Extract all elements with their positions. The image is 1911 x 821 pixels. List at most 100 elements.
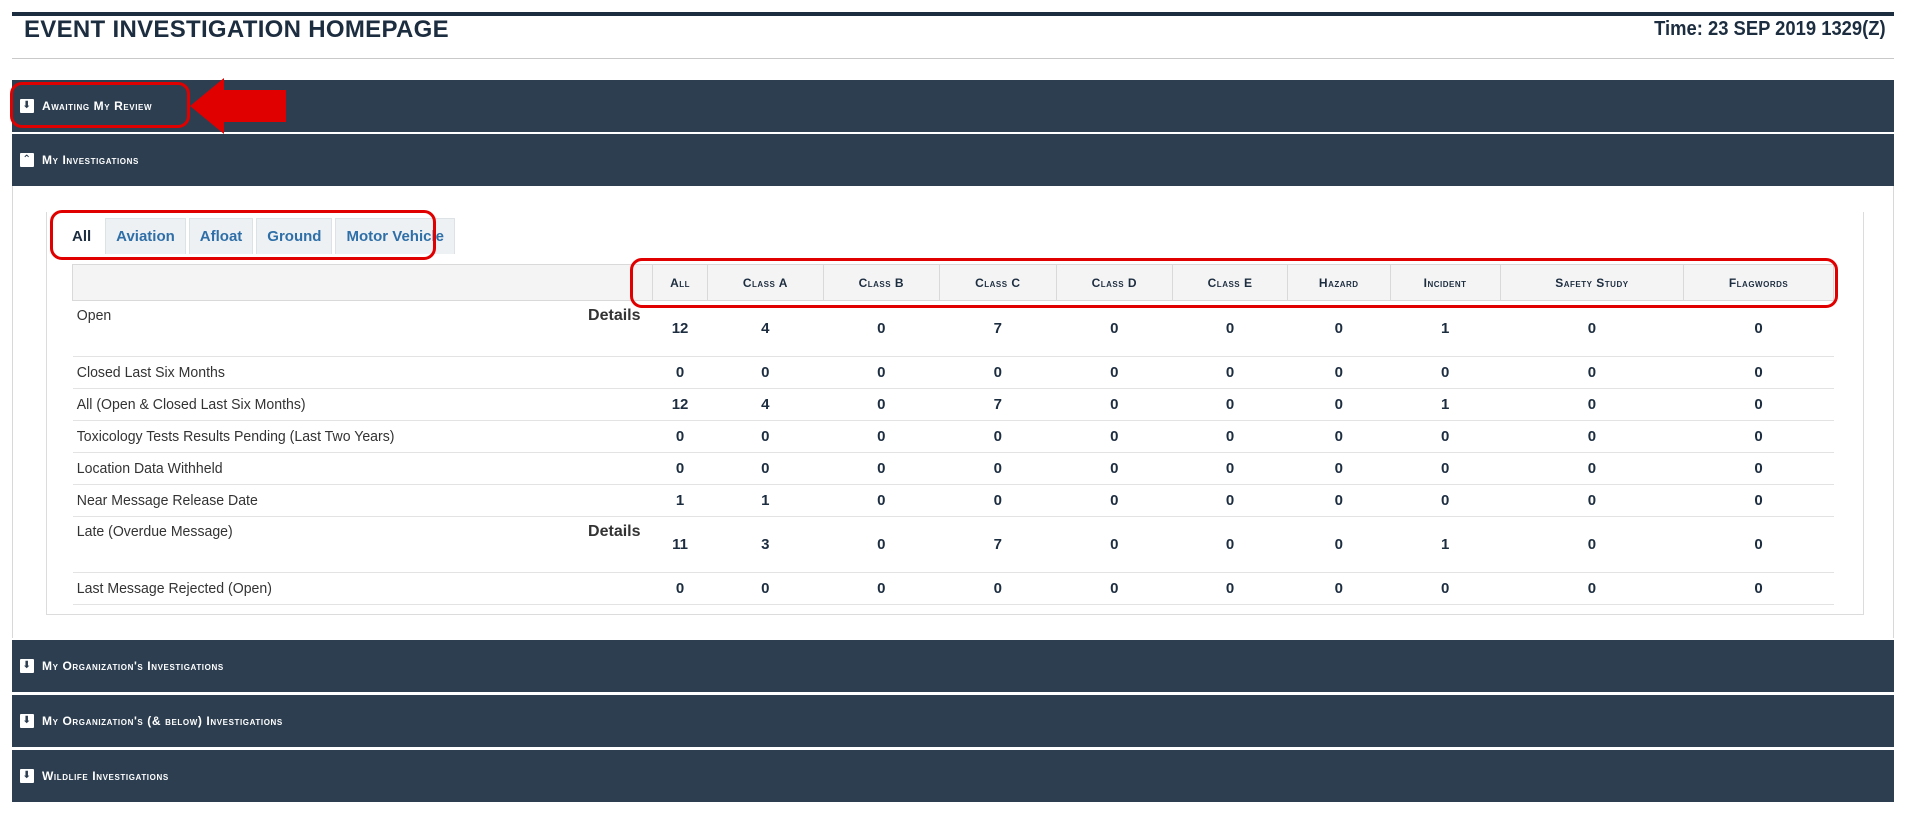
- cell-value[interactable]: 0: [939, 452, 1057, 485]
- cell-value[interactable]: 12: [652, 388, 708, 421]
- cell-value[interactable]: 0: [1056, 420, 1173, 453]
- cell-value[interactable]: 0: [939, 420, 1057, 453]
- cell-value[interactable]: 0: [1500, 452, 1684, 485]
- cell-value[interactable]: 0: [1500, 300, 1684, 357]
- cell-value[interactable]: 0: [823, 388, 940, 421]
- cell-value[interactable]: 0: [939, 356, 1057, 389]
- cell-value[interactable]: 0: [1287, 356, 1390, 389]
- cell-value[interactable]: 1: [1390, 516, 1501, 573]
- cell-value[interactable]: 1: [1390, 300, 1501, 357]
- tab-motor-vehicle[interactable]: Motor Vehicle: [335, 218, 455, 254]
- cell-value[interactable]: 0: [652, 356, 708, 389]
- cell-value[interactable]: 1: [1390, 388, 1501, 421]
- down-arrow-icon[interactable]: ⬇: [20, 99, 34, 113]
- cell-value[interactable]: 0: [1287, 572, 1390, 605]
- cell-value[interactable]: 0: [1172, 484, 1288, 517]
- cell-value[interactable]: 0: [1500, 388, 1684, 421]
- cell-value[interactable]: 0: [939, 484, 1057, 517]
- cell-value[interactable]: 0: [1056, 300, 1173, 357]
- cell-value[interactable]: 0: [823, 356, 940, 389]
- cell-value[interactable]: 0: [1683, 452, 1834, 485]
- cell-value[interactable]: 0: [1172, 516, 1288, 573]
- section-my-organizations-investigations[interactable]: ⬇ My Organization's Investigations: [12, 640, 1894, 692]
- cell-value[interactable]: 0: [1500, 572, 1684, 605]
- cell-value[interactable]: 0: [823, 484, 940, 517]
- cell-value[interactable]: 0: [1500, 356, 1684, 389]
- tab-ground[interactable]: Ground: [256, 218, 333, 254]
- cell-value[interactable]: 4: [707, 388, 824, 421]
- cell-value[interactable]: 0: [1056, 452, 1173, 485]
- details-link[interactable]: Details: [542, 300, 653, 357]
- cell-value[interactable]: 0: [1500, 420, 1684, 453]
- section-my-investigations[interactable]: ⌃ My Investigations: [12, 134, 1894, 186]
- tab-aviation[interactable]: Aviation: [105, 218, 186, 254]
- up-caret-icon[interactable]: ⌃: [20, 153, 34, 167]
- cell-value[interactable]: 3: [707, 516, 824, 573]
- cell-value[interactable]: 0: [707, 452, 824, 485]
- cell-value[interactable]: 0: [823, 572, 940, 605]
- details-link[interactable]: Details: [542, 516, 653, 573]
- cell-value[interactable]: 0: [1287, 516, 1390, 573]
- cell-value[interactable]: 0: [1172, 300, 1288, 357]
- section-label: My Organization's (& below) Investigatio…: [42, 714, 283, 728]
- cell-value[interactable]: 0: [707, 420, 824, 453]
- section-label: Wildlife Investigations: [42, 769, 169, 783]
- cell-value[interactable]: 0: [823, 516, 940, 573]
- cell-value[interactable]: 0: [1287, 484, 1390, 517]
- cell-value[interactable]: 0: [1683, 484, 1834, 517]
- cell-value[interactable]: 0: [1056, 388, 1173, 421]
- cell-value[interactable]: 0: [1056, 356, 1173, 389]
- cell-value[interactable]: 0: [1172, 356, 1288, 389]
- cell-value[interactable]: 0: [1683, 572, 1834, 605]
- cell-value[interactable]: 0: [1287, 452, 1390, 485]
- section-awaiting-my-review[interactable]: ⬇ Awaiting My Review: [12, 80, 1894, 132]
- cell-value[interactable]: 11: [652, 516, 708, 573]
- cell-value[interactable]: 7: [939, 300, 1057, 357]
- cell-value[interactable]: 0: [1172, 388, 1288, 421]
- down-arrow-icon[interactable]: ⬇: [20, 714, 34, 728]
- section-my-organizations-below-investigations[interactable]: ⬇ My Organization's (& below) Investigat…: [12, 695, 1894, 747]
- cell-value[interactable]: 0: [1056, 484, 1173, 517]
- tab-afloat[interactable]: Afloat: [188, 218, 254, 254]
- cell-value[interactable]: 0: [1172, 420, 1288, 453]
- down-arrow-icon[interactable]: ⬇: [20, 769, 34, 783]
- cell-value[interactable]: 0: [707, 356, 824, 389]
- cell-value[interactable]: 0: [1390, 356, 1501, 389]
- cell-value[interactable]: 1: [652, 484, 708, 517]
- cell-value[interactable]: 0: [1287, 388, 1390, 421]
- table-header-row: All Class A Class B Class C Class D Clas…: [72, 264, 1834, 301]
- cell-value[interactable]: 0: [1683, 300, 1834, 357]
- cell-value[interactable]: 0: [1390, 452, 1501, 485]
- cell-value[interactable]: 0: [1390, 420, 1501, 453]
- cell-value[interactable]: 0: [1172, 572, 1288, 605]
- cell-value[interactable]: 7: [939, 388, 1057, 421]
- cell-value[interactable]: 0: [652, 572, 708, 605]
- cell-value[interactable]: 0: [1056, 572, 1173, 605]
- cell-value[interactable]: 0: [1683, 356, 1834, 389]
- cell-value[interactable]: 0: [707, 572, 824, 605]
- cell-value[interactable]: 1: [707, 484, 824, 517]
- cell-value[interactable]: 0: [1287, 300, 1390, 357]
- cell-value[interactable]: 0: [939, 572, 1057, 605]
- section-wildlife-investigations[interactable]: ⬇ Wildlife Investigations: [12, 750, 1894, 802]
- cell-value[interactable]: 0: [1172, 452, 1288, 485]
- down-arrow-icon[interactable]: ⬇: [20, 659, 34, 673]
- cell-value[interactable]: 0: [823, 420, 940, 453]
- cell-value[interactable]: 0: [652, 452, 708, 485]
- cell-value[interactable]: 0: [652, 420, 708, 453]
- cell-value[interactable]: 0: [1056, 516, 1173, 573]
- cell-value[interactable]: 0: [1287, 420, 1390, 453]
- cell-value[interactable]: 4: [707, 300, 824, 357]
- tab-all[interactable]: All: [61, 218, 103, 254]
- cell-value[interactable]: 0: [1683, 388, 1834, 421]
- cell-value[interactable]: 0: [1683, 420, 1834, 453]
- cell-value[interactable]: 0: [1390, 484, 1501, 517]
- cell-value[interactable]: 0: [823, 300, 940, 357]
- cell-value[interactable]: 12: [652, 300, 708, 357]
- cell-value[interactable]: 7: [939, 516, 1057, 573]
- cell-value[interactable]: 0: [1500, 484, 1684, 517]
- cell-value[interactable]: 0: [823, 452, 940, 485]
- cell-value[interactable]: 0: [1683, 516, 1834, 573]
- cell-value[interactable]: 0: [1500, 516, 1684, 573]
- cell-value[interactable]: 0: [1390, 572, 1501, 605]
